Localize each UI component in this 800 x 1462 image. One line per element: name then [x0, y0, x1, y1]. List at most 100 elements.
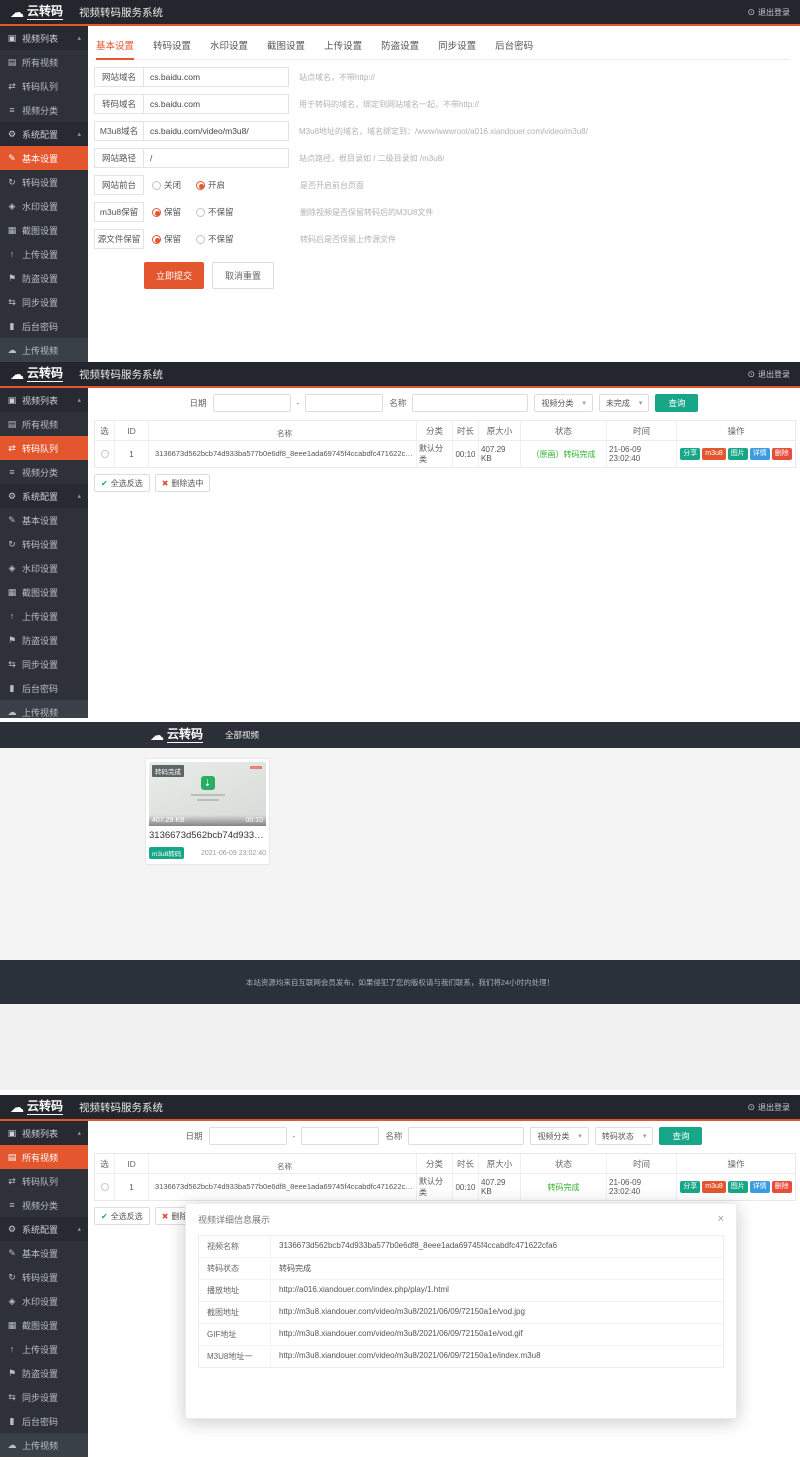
sidebar-item-sync-settings[interactable]: ⇆同步设置 — [0, 652, 88, 676]
sidebar-item-admin-password[interactable]: ▮后台密码 — [0, 314, 88, 338]
tab-anti-theft[interactable]: 防盗设置 — [381, 38, 419, 52]
sidebar-item-basic-settings[interactable]: ✎基本设置 — [0, 1241, 88, 1265]
field-input-site-path[interactable] — [143, 148, 289, 168]
brand-logo[interactable]: ☁ 云转码 — [10, 4, 63, 20]
field-input-m3u8-domain[interactable] — [143, 121, 289, 141]
sidebar-item-video-category[interactable]: ≡视频分类 — [0, 1193, 88, 1217]
status-select[interactable]: 转码状态 ▾ — [595, 1127, 654, 1145]
row-checkbox[interactable] — [101, 450, 109, 458]
sidebar-item-transcode-settings[interactable]: ↻转码设置 — [0, 1265, 88, 1289]
date-to-input[interactable] — [305, 394, 383, 412]
sidebar-item-video-category[interactable]: ≡视频分类 — [0, 460, 88, 484]
sidebar-item-sync-settings[interactable]: ⇆同步设置 — [0, 1385, 88, 1409]
sidebar-item-screenshot-settings[interactable]: ▦截图设置 — [0, 580, 88, 604]
brand-logo[interactable]: ☁ 云转码 — [10, 1099, 63, 1115]
select-all-button[interactable]: ✔ 全选反选 — [94, 1207, 150, 1225]
sidebar-item-upload-settings[interactable]: ↑上传设置 — [0, 1337, 88, 1361]
sidebar-item-upload-video[interactable]: ☁上传视频 — [0, 1433, 88, 1457]
sidebar-item-all-videos[interactable]: ▤所有视频 — [0, 412, 88, 436]
sidebar-item-upload-settings[interactable]: ↑上传设置 — [0, 242, 88, 266]
submit-button[interactable]: 立即提交 — [144, 262, 204, 289]
sidebar-item-transcode-settings[interactable]: ↻转码设置 — [0, 170, 88, 194]
reset-button[interactable]: 取消重置 — [212, 262, 274, 289]
sidebar-item-anti-theft-settings[interactable]: ⚑防盗设置 — [0, 628, 88, 652]
brand-logo[interactable]: ☁ 云转码 — [150, 727, 203, 743]
name-input[interactable] — [412, 394, 528, 412]
sidebar-item-basic-settings[interactable]: ✎基本设置 — [0, 508, 88, 532]
video-title[interactable]: 3136673d562bcb74d933ba577b0e6df8_8eee1ad… — [149, 830, 266, 841]
select-all-button[interactable]: ✔ 全选反选 — [94, 474, 150, 492]
radio-site-front-option[interactable]: 关闭 — [152, 179, 181, 191]
status-select[interactable]: 未完成 ▾ — [599, 394, 650, 412]
sidebar-item-transcode-queue[interactable]: ⇄转码队列 — [0, 436, 88, 460]
sidebar-item-upload-settings[interactable]: ↑上传设置 — [0, 604, 88, 628]
sidebar-item-screenshot-settings[interactable]: ▦截图设置 — [0, 1313, 88, 1337]
radio-source-keep-option[interactable]: 不保留 — [196, 233, 234, 245]
sidebar-item-upload-video[interactable]: ☁上传视频 — [0, 700, 88, 718]
tab-password[interactable]: 后台密码 — [495, 38, 533, 52]
tab-screenshot[interactable]: 截图设置 — [267, 38, 305, 52]
sidebar-item-all-videos[interactable]: ▤所有视频 — [0, 1145, 88, 1169]
search-button[interactable]: 查询 — [659, 1127, 702, 1145]
field-input-transcode-domain[interactable] — [143, 94, 289, 114]
action-delete-button[interactable]: 删除 — [772, 448, 792, 460]
action-m3u8-button[interactable]: m3u8 — [702, 448, 726, 460]
sidebar-item-sync-settings[interactable]: ⇆同步设置 — [0, 290, 88, 314]
sidebar-item-admin-password[interactable]: ▮后台密码 — [0, 1409, 88, 1433]
video-thumbnail[interactable]: 转码完成 ⇣ 407.29 KB 00:10 — [149, 762, 266, 826]
action-detail-button[interactable]: 详情 — [750, 448, 770, 460]
sidebar-item-video-list[interactable]: ▣视频列表▴ — [0, 26, 88, 50]
tab-transcode[interactable]: 转码设置 — [153, 38, 191, 52]
action-share-button[interactable]: 分享 — [680, 448, 700, 460]
tab-watermark[interactable]: 水印设置 — [210, 38, 248, 52]
action-delete-button[interactable]: 删除 — [772, 1181, 792, 1193]
name-input[interactable] — [408, 1127, 524, 1145]
tab-upload[interactable]: 上传设置 — [324, 38, 362, 52]
date-from-input[interactable] — [209, 1127, 287, 1145]
sidebar-item-video-list[interactable]: ▣视频列表▴ — [0, 1121, 88, 1145]
logout-button[interactable]: ⊙ 退出登录 — [747, 7, 790, 18]
sidebar-item-basic-settings[interactable]: ✎基本设置 — [0, 146, 88, 170]
sidebar-item-system-config[interactable]: ⚙系统配置▴ — [0, 122, 88, 146]
m3u8-tag[interactable]: m3u8转码 — [149, 847, 184, 859]
sidebar-item-admin-password[interactable]: ▮后台密码 — [0, 676, 88, 700]
action-image-button[interactable]: 图片 — [728, 448, 748, 460]
action-m3u8-button[interactable]: m3u8 — [702, 1181, 726, 1193]
action-image-button[interactable]: 图片 — [728, 1181, 748, 1193]
nav-all-videos[interactable]: 全部视频 — [225, 729, 259, 741]
radio-source-keep-option[interactable]: 保留 — [152, 233, 181, 245]
sidebar-item-transcode-queue[interactable]: ⇄转码队列 — [0, 1169, 88, 1193]
action-share-button[interactable]: 分享 — [680, 1181, 700, 1193]
close-icon[interactable]: × — [718, 1214, 724, 1225]
date-to-input[interactable] — [301, 1127, 379, 1145]
delete-selected-button[interactable]: ✖ 删除选中 — [155, 474, 211, 492]
tab-basic[interactable]: 基本设置 — [96, 38, 134, 52]
sidebar-item-anti-theft-settings[interactable]: ⚑防盗设置 — [0, 1361, 88, 1385]
row-checkbox[interactable] — [101, 1183, 109, 1191]
brand-logo[interactable]: ☁ 云转码 — [10, 366, 63, 382]
sidebar-item-watermark-settings[interactable]: ◈水印设置 — [0, 556, 88, 580]
sidebar-item-watermark-settings[interactable]: ◈水印设置 — [0, 1289, 88, 1313]
sidebar-item-anti-theft-settings[interactable]: ⚑防盗设置 — [0, 266, 88, 290]
video-card[interactable]: 转码完成 ⇣ 407.29 KB 00:10 3136673d562bcb74d… — [145, 758, 270, 865]
radio-site-front-option[interactable]: 开启 — [196, 179, 225, 191]
sidebar-item-screenshot-settings[interactable]: ▦截图设置 — [0, 218, 88, 242]
logout-button[interactable]: ⊙ 退出登录 — [747, 1102, 790, 1113]
sidebar-item-transcode-queue[interactable]: ⇄转码队列 — [0, 74, 88, 98]
sidebar-item-upload-video[interactable]: ☁上传视频 — [0, 338, 88, 362]
sidebar-item-all-videos[interactable]: ▤所有视频 — [0, 50, 88, 74]
category-select[interactable]: 视频分类 ▾ — [534, 394, 593, 412]
sidebar-item-system-config[interactable]: ⚙系统配置▴ — [0, 484, 88, 508]
date-from-input[interactable] — [213, 394, 291, 412]
sidebar-item-system-config[interactable]: ⚙系统配置▴ — [0, 1217, 88, 1241]
sidebar-item-video-list[interactable]: ▣视频列表▴ — [0, 388, 88, 412]
tab-sync[interactable]: 同步设置 — [438, 38, 476, 52]
radio-m3u8-keep-option[interactable]: 保留 — [152, 206, 181, 218]
sidebar-item-video-category[interactable]: ≡视频分类 — [0, 98, 88, 122]
sidebar-item-watermark-settings[interactable]: ◈水印设置 — [0, 194, 88, 218]
category-select[interactable]: 视频分类 ▾ — [530, 1127, 589, 1145]
logout-button[interactable]: ⊙ 退出登录 — [747, 369, 790, 380]
field-input-site-domain[interactable] — [143, 67, 289, 87]
search-button[interactable]: 查询 — [655, 394, 698, 412]
radio-m3u8-keep-option[interactable]: 不保留 — [196, 206, 234, 218]
